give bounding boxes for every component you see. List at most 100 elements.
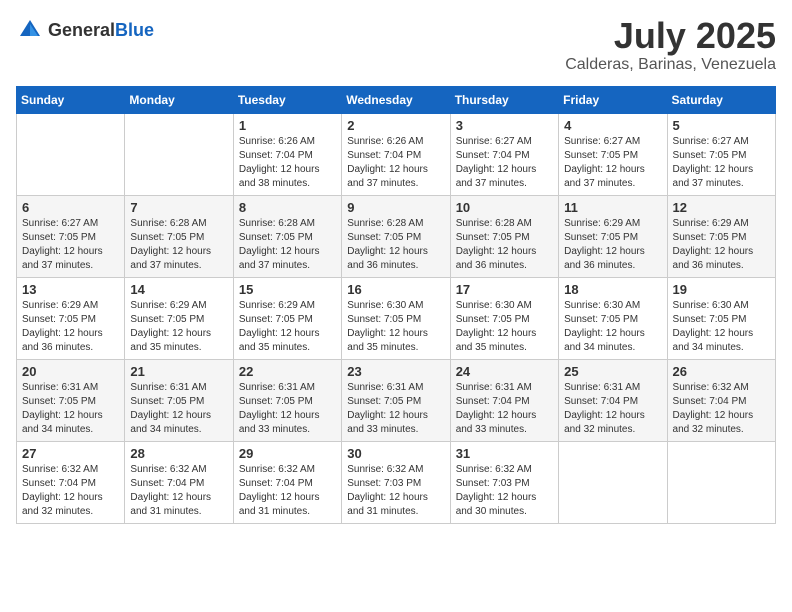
day-info: Sunrise: 6:32 AMSunset: 7:04 PMDaylight:… — [673, 381, 770, 437]
day-number: 16 — [347, 282, 444, 297]
day-cell: 17 Sunrise: 6:30 AMSunset: 7:05 PMDayligh… — [450, 277, 558, 359]
day-info: Sunrise: 6:29 AMSunset: 7:05 PMDaylight:… — [22, 299, 119, 355]
day-number: 18 — [564, 282, 661, 297]
day-info: Sunrise: 6:31 AMSunset: 7:05 PMDaylight:… — [347, 381, 444, 437]
day-cell: 13 Sunrise: 6:29 AMSunset: 7:05 PMDayligh… — [17, 277, 125, 359]
day-info: Sunrise: 6:26 AMSunset: 7:04 PMDaylight:… — [239, 135, 336, 191]
page-header: GeneralBlue July 2025 Calderas, Barinas,… — [16, 16, 776, 74]
day-cell: 26Sunrise: 6:32 AMSunset: 7:04 PMDayligh… — [667, 359, 775, 441]
day-number: 31 — [456, 446, 553, 461]
day-cell: 31 Sunrise: 6:32 AMSunset: 7:03 PMDayligh… — [450, 441, 558, 523]
week-row-3: 13 Sunrise: 6:29 AMSunset: 7:05 PMDayligh… — [17, 277, 776, 359]
day-info: Sunrise: 6:29 AMSunset: 7:05 PMDaylight:… — [564, 217, 661, 273]
day-cell: 1 Sunrise: 6:26 AMSunset: 7:04 PMDaylight… — [233, 113, 341, 195]
day-cell: 23 Sunrise: 6:31 AMSunset: 7:05 PMDayligh… — [342, 359, 450, 441]
day-cell — [667, 441, 775, 523]
day-info: Sunrise: 6:30 AMSunset: 7:05 PMDaylight:… — [456, 299, 553, 355]
day-number: 15 — [239, 282, 336, 297]
column-header-friday: Friday — [559, 86, 667, 113]
day-cell — [17, 113, 125, 195]
day-number: 23 — [347, 364, 444, 379]
day-number: 20 — [22, 364, 119, 379]
logo-icon — [16, 16, 44, 44]
logo-general: General — [48, 20, 115, 40]
day-cell: 15 Sunrise: 6:29 AMSunset: 7:05 PMDayligh… — [233, 277, 341, 359]
day-number: 27 — [22, 446, 119, 461]
day-info: Sunrise: 6:29 AMSunset: 7:05 PMDaylight:… — [239, 299, 336, 355]
day-info: Sunrise: 6:32 AMSunset: 7:03 PMDaylight:… — [456, 463, 553, 519]
column-header-monday: Monday — [125, 86, 233, 113]
logo: GeneralBlue — [16, 16, 154, 44]
logo-blue: Blue — [115, 20, 154, 40]
calendar-table: SundayMondayTuesdayWednesdayThursdayFrid… — [16, 86, 776, 524]
day-info: Sunrise: 6:31 AMSunset: 7:05 PMDaylight:… — [22, 381, 119, 437]
day-cell: 3Sunrise: 6:27 AMSunset: 7:04 PMDaylight… — [450, 113, 558, 195]
day-number: 6 — [22, 200, 119, 215]
day-cell — [125, 113, 233, 195]
day-info: Sunrise: 6:28 AMSunset: 7:05 PMDaylight:… — [456, 217, 553, 273]
day-info: Sunrise: 6:28 AMSunset: 7:05 PMDaylight:… — [347, 217, 444, 273]
day-number: 9 — [347, 200, 444, 215]
day-info: Sunrise: 6:29 AMSunset: 7:05 PMDaylight:… — [673, 217, 770, 273]
day-cell: 28Sunrise: 6:32 AMSunset: 7:04 PMDayligh… — [125, 441, 233, 523]
week-row-4: 20 Sunrise: 6:31 AMSunset: 7:05 PMDayligh… — [17, 359, 776, 441]
day-number: 8 — [239, 200, 336, 215]
week-row-2: 6Sunrise: 6:27 AMSunset: 7:05 PMDaylight… — [17, 195, 776, 277]
day-number: 11 — [564, 200, 661, 215]
day-number: 10 — [456, 200, 553, 215]
day-info: Sunrise: 6:26 AMSunset: 7:04 PMDaylight:… — [347, 135, 444, 191]
day-number: 22 — [239, 364, 336, 379]
day-cell: 16 Sunrise: 6:30 AMSunset: 7:05 PMDayligh… — [342, 277, 450, 359]
day-cell: 5Sunrise: 6:27 AMSunset: 7:05 PMDaylight… — [667, 113, 775, 195]
day-info: Sunrise: 6:28 AMSunset: 7:05 PMDaylight:… — [239, 217, 336, 273]
day-cell: 20 Sunrise: 6:31 AMSunset: 7:05 PMDayligh… — [17, 359, 125, 441]
header-row: SundayMondayTuesdayWednesdayThursdayFrid… — [17, 86, 776, 113]
day-cell: 24Sunrise: 6:31 AMSunset: 7:04 PMDayligh… — [450, 359, 558, 441]
location-title: Calderas, Barinas, Venezuela — [565, 56, 776, 74]
day-cell: 4 Sunrise: 6:27 AMSunset: 7:05 PMDaylight… — [559, 113, 667, 195]
day-cell: 21 Sunrise: 6:31 AMSunset: 7:05 PMDayligh… — [125, 359, 233, 441]
column-header-sunday: Sunday — [17, 86, 125, 113]
day-number: 30 — [347, 446, 444, 461]
day-cell: 11 Sunrise: 6:29 AMSunset: 7:05 PMDayligh… — [559, 195, 667, 277]
day-number: 4 — [564, 118, 661, 133]
day-number: 25 — [564, 364, 661, 379]
day-number: 21 — [130, 364, 227, 379]
day-cell: 7Sunrise: 6:28 AMSunset: 7:05 PMDaylight… — [125, 195, 233, 277]
title-block: July 2025 Calderas, Barinas, Venezuela — [565, 16, 776, 74]
day-cell: 30 Sunrise: 6:32 AMSunset: 7:03 PMDayligh… — [342, 441, 450, 523]
day-info: Sunrise: 6:31 AMSunset: 7:05 PMDaylight:… — [130, 381, 227, 437]
day-cell — [559, 441, 667, 523]
week-row-1: 1 Sunrise: 6:26 AMSunset: 7:04 PMDaylight… — [17, 113, 776, 195]
day-number: 29 — [239, 446, 336, 461]
month-title: July 2025 — [565, 16, 776, 56]
day-cell: 29 Sunrise: 6:32 AMSunset: 7:04 PMDayligh… — [233, 441, 341, 523]
logo-text: GeneralBlue — [48, 20, 154, 41]
day-cell: 10 Sunrise: 6:28 AMSunset: 7:05 PMDayligh… — [450, 195, 558, 277]
day-info: Sunrise: 6:30 AMSunset: 7:05 PMDaylight:… — [673, 299, 770, 355]
day-info: Sunrise: 6:31 AMSunset: 7:04 PMDaylight:… — [564, 381, 661, 437]
day-number: 19 — [673, 282, 770, 297]
day-info: Sunrise: 6:30 AMSunset: 7:05 PMDaylight:… — [347, 299, 444, 355]
column-header-saturday: Saturday — [667, 86, 775, 113]
day-number: 14 — [130, 282, 227, 297]
day-number: 1 — [239, 118, 336, 133]
column-header-wednesday: Wednesday — [342, 86, 450, 113]
day-number: 2 — [347, 118, 444, 133]
day-number: 24 — [456, 364, 553, 379]
column-header-thursday: Thursday — [450, 86, 558, 113]
day-number: 12 — [673, 200, 770, 215]
column-header-tuesday: Tuesday — [233, 86, 341, 113]
week-row-5: 27 Sunrise: 6:32 AMSunset: 7:04 PMDayligh… — [17, 441, 776, 523]
day-info: Sunrise: 6:28 AMSunset: 7:05 PMDaylight:… — [130, 217, 227, 273]
day-info: Sunrise: 6:32 AMSunset: 7:04 PMDaylight:… — [239, 463, 336, 519]
day-number: 17 — [456, 282, 553, 297]
day-info: Sunrise: 6:32 AMSunset: 7:04 PMDaylight:… — [22, 463, 119, 519]
day-info: Sunrise: 6:32 AMSunset: 7:03 PMDaylight:… — [347, 463, 444, 519]
day-cell: 12 Sunrise: 6:29 AMSunset: 7:05 PMDayligh… — [667, 195, 775, 277]
day-cell: 8 Sunrise: 6:28 AMSunset: 7:05 PMDaylight… — [233, 195, 341, 277]
day-info: Sunrise: 6:27 AMSunset: 7:05 PMDaylight:… — [564, 135, 661, 191]
day-number: 5 — [673, 118, 770, 133]
day-info: Sunrise: 6:31 AMSunset: 7:05 PMDaylight:… — [239, 381, 336, 437]
day-number: 13 — [22, 282, 119, 297]
